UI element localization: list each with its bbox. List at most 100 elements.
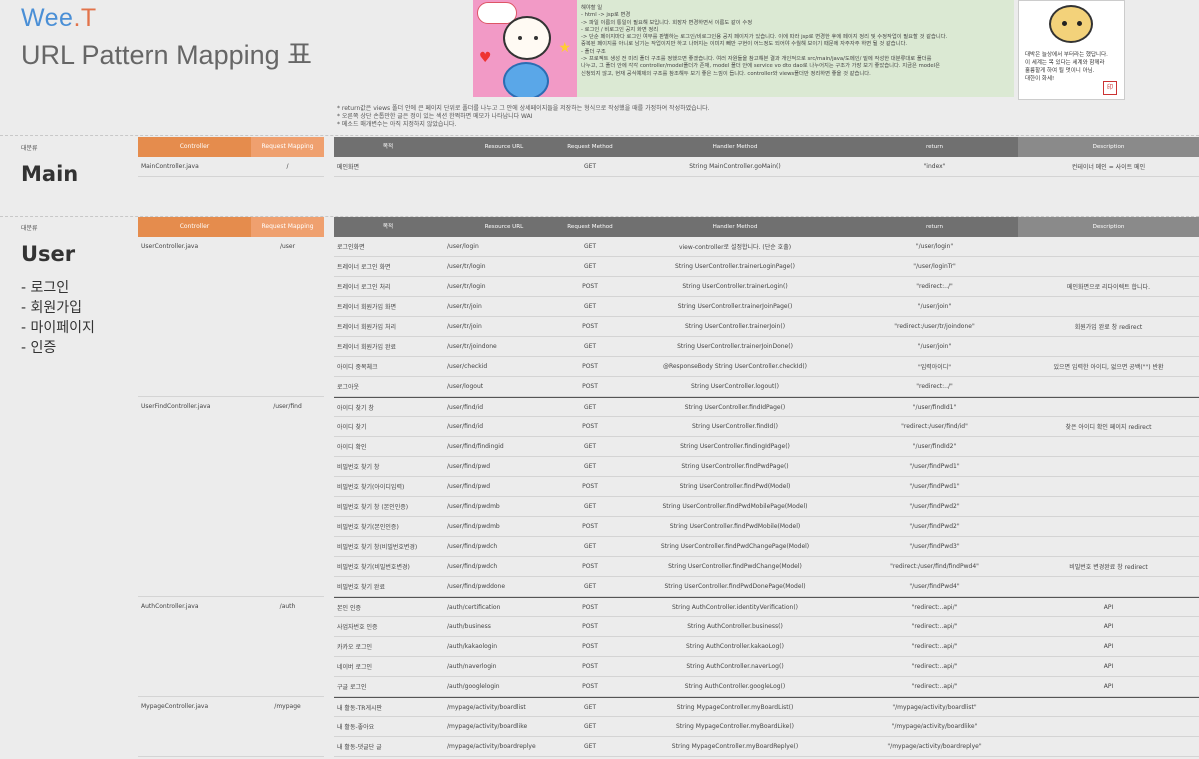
cell-return: "/mypage/activity/boardreplye" xyxy=(887,743,982,750)
cell-return: "redirect:/user/find/findPwd4" xyxy=(890,563,979,570)
memo-line: -> 파일 이름의 통일이 필요해 보입니다. 회장자 변경하면서 이름도 같이… xyxy=(581,19,753,26)
cell-handler-method: String UserController.trainerJoin() xyxy=(684,323,786,330)
cell-handler-method: String UserController.findIdPage() xyxy=(684,403,786,411)
table-row: 내 활동-좋아요/mypage/activity/boardlike GET Str… xyxy=(334,717,1199,737)
cell-purpose: 네이버 로그인 xyxy=(337,664,373,671)
cell-resource-url: /user/find/id xyxy=(447,423,484,430)
cell-purpose: 구글 로그인 xyxy=(337,684,367,691)
header-description: Description xyxy=(1018,217,1199,237)
cell-resource-url: /mypage/activity/boardreplye xyxy=(447,743,536,750)
cell-request-method: POST xyxy=(582,383,598,390)
memo-line: 중복된 페이지를 아니로 남기는 작업이지만 하고 나머지는 이미지 빼만 구현… xyxy=(581,41,908,48)
sub-item: - 회원가입 xyxy=(21,300,83,316)
cell-purpose: 내 활동-댓글단 글 xyxy=(337,744,382,751)
cell-purpose: 메인화면 xyxy=(337,164,360,171)
controller-name: AuthController.java xyxy=(141,603,199,610)
table-row: 사업자번호 인증/auth/business POST String AuthCon… xyxy=(334,617,1199,637)
header-purpose: 목적 xyxy=(334,217,439,237)
cell-handler-method: String MypageController.myBoardLike() xyxy=(675,723,795,730)
cell-resource-url: /mypage/activity/boardlist xyxy=(447,703,526,711)
table-row: 트레이너 로그인 처리/user/tr/login POST String User… xyxy=(334,277,1199,297)
header-purpose: 목적 xyxy=(334,137,439,157)
cell-resource-url: /auth/business xyxy=(447,623,491,630)
cell-return: "redirect:../" xyxy=(916,383,953,390)
controller-mapping: /user xyxy=(279,243,296,250)
table-row: 메인화면 GET String MainController.goMain() "in… xyxy=(334,157,1199,177)
table-row: 비밀번호 찾기 창(비밀번호변경) /user/find/pwdch GET Stri… xyxy=(334,537,1199,557)
cell-request-method: POST xyxy=(582,643,598,650)
table-row: 비밀번호 찾기 창/user/find/pwd GET String UserCon… xyxy=(334,457,1199,477)
cell-handler-method: String UserController.findPwd(Model) xyxy=(679,483,791,490)
cell-return: "/user/login" xyxy=(915,243,954,250)
cell-resource-url: /auth/kakaologin xyxy=(447,643,498,650)
cell-request-method: GET xyxy=(583,583,597,590)
controller-row: UserController.java/user xyxy=(138,237,324,397)
header-description: Description xyxy=(1018,137,1199,157)
cell-return: "redirect:..api/" xyxy=(911,643,958,650)
cell-description: 비밀번호 변경완료 창 redirect xyxy=(1069,564,1148,571)
note-line: * return값은 views 폴더 안에 큰 페이지 단위로 폴더를 나누고… xyxy=(337,105,710,112)
cell-return: "/user/findPwd4" xyxy=(909,583,960,590)
cell-description: 컨테이너 메인 = 사이트 메인 xyxy=(1071,164,1146,171)
header-request-method: Request Method xyxy=(561,137,619,157)
cell-return: "/user/join" xyxy=(917,343,952,350)
cell-return: "입력아이디" xyxy=(917,364,952,371)
section-user-title: User xyxy=(21,242,76,266)
cell-request-method: POST xyxy=(582,663,598,670)
cell-resource-url: /user/find/pwddone xyxy=(447,583,506,590)
table-row: 트레이너 회원가입 완료/user/tr/joindone GET String U… xyxy=(334,337,1199,357)
cell-handler-method: String AuthController.googleLog() xyxy=(684,683,786,690)
section-main-title: Main xyxy=(21,162,79,186)
cell-description: 있으면 입력한 아이디, 없으면 공백("") 반환 xyxy=(1053,364,1164,371)
cell-purpose: 아이디 찾기 xyxy=(337,424,367,431)
cell-purpose: 아이디 확인 xyxy=(337,444,367,451)
cell-request-method: GET xyxy=(583,543,597,550)
cell-handler-method: @ResponseBody String UserController.chec… xyxy=(662,363,808,370)
cell-return: "redirect:/user/tr/joindone" xyxy=(894,323,975,330)
cell-purpose: 로그인화면 xyxy=(337,244,365,251)
cell-purpose: 트레이너 회원가입 완료 xyxy=(337,344,397,351)
cell-handler-method: String UserController.findingIdPage() xyxy=(680,443,790,450)
cell-handler-method: String MypageController.myBoardReplye() xyxy=(671,743,799,750)
controller-mapping: / xyxy=(286,163,289,170)
sub-item: - 마이페이지 xyxy=(21,320,95,336)
header-controller: Controller xyxy=(138,137,251,157)
cell-handler-method: String UserController.findPwdChange(Mode… xyxy=(668,563,802,570)
table-row: 트레이너 회원가입 화면/user/tr/join GET String UserC… xyxy=(334,297,1199,317)
user-mapping-table: 목적 Resource URL Request Method Handler M… xyxy=(334,217,1199,757)
cell-return: "/mypage/activity/boardlist" xyxy=(892,703,977,711)
table-header: 목적 Resource URL Request Method Handler M… xyxy=(334,137,1199,157)
cell-resource-url: /user/tr/login xyxy=(447,263,486,270)
category-label: 대분류 xyxy=(21,145,38,152)
cell-resource-url: /user/checkid xyxy=(447,363,488,370)
table-row: 내 활동-댓글단 글/mypage/activity/boardreplye GE… xyxy=(334,737,1199,757)
cell-request-method: POST xyxy=(582,423,598,430)
cell-return: "redirect:..api/" xyxy=(911,683,958,690)
brand-logo: Wee.T xyxy=(21,4,97,32)
cell-resource-url: /user/find/pwd xyxy=(447,483,491,490)
cell-description: 찾은 아이디 확인 페이지 redirect xyxy=(1065,424,1152,431)
cell-purpose: 내 활동-TR게시판 xyxy=(337,704,383,712)
cell-resource-url: /auth/naverlogin xyxy=(447,663,497,670)
cell-resource-url: /auth/googlelogin xyxy=(447,683,500,690)
table-row: 아이디 중복체크/user/checkid POST @ResponseBody S… xyxy=(334,357,1199,377)
cell-purpose: 트레이너 회원가입 화면 xyxy=(337,304,397,311)
cell-return: "/user/join" xyxy=(917,303,952,310)
cell-handler-method: String UserController.trainerLogin() xyxy=(682,283,788,290)
cell-handler-method: String UserController.findPwdPage() xyxy=(681,463,789,470)
cell-request-method: GET xyxy=(583,703,597,711)
sub-item: - 인증 xyxy=(21,340,57,356)
cell-request-method: POST xyxy=(582,683,598,690)
table-row: 아이디 확인/user/find/findingid GET String User… xyxy=(334,437,1199,457)
cell-resource-url: /user/find/findingid xyxy=(447,443,504,450)
cell-request-method: GET xyxy=(583,403,597,411)
cell-handler-method: String MainController.goMain() xyxy=(689,163,781,170)
cell-resource-url: /user/find/pwdmb xyxy=(447,503,500,510)
memo-box: 해야할 일- html -> jsp로 변경 -> 파일 이름의 통일이 필요해… xyxy=(577,0,1014,97)
cell-request-method: GET xyxy=(583,743,597,750)
cell-resource-url: /user/find/pwdmb xyxy=(447,523,500,530)
cell-request-method: GET xyxy=(583,163,597,170)
cell-return: "/user/findPwd1" xyxy=(909,463,960,470)
cell-return: "redirect:..api/" xyxy=(911,663,958,670)
cell-return: "redirect:/user/find/id" xyxy=(901,423,968,430)
